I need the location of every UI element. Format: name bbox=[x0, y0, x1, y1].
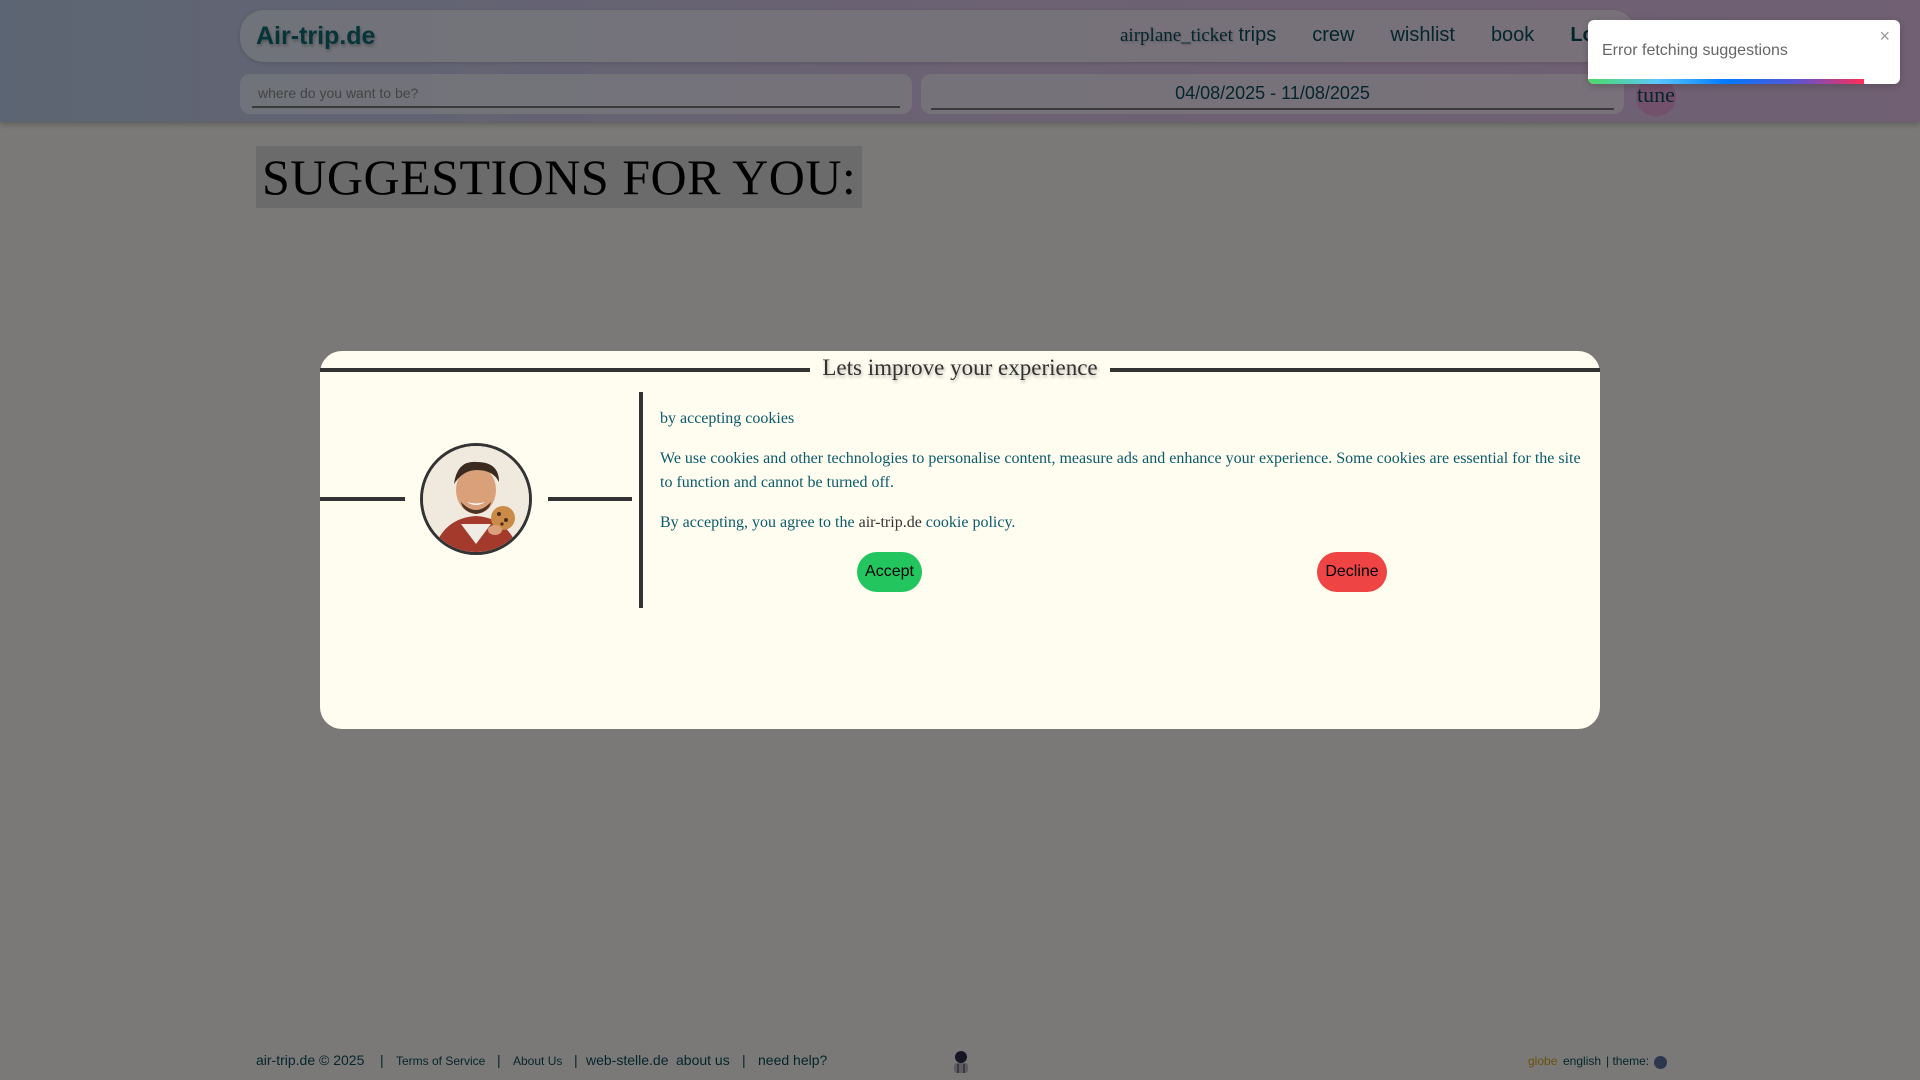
cookie-policy-link[interactable]: cookie policy. bbox=[926, 514, 1016, 531]
cookie-line-1: by accepting cookies bbox=[660, 410, 795, 427]
modal-heading: Lets improve your experience bbox=[822, 355, 1098, 380]
divider bbox=[548, 497, 632, 501]
cookie-text: by accepting cookies We use cookies and … bbox=[660, 407, 1585, 551]
divider bbox=[320, 497, 405, 501]
accept-button[interactable]: Accept bbox=[857, 552, 922, 592]
decline-button[interactable]: Decline bbox=[1317, 552, 1387, 592]
divider bbox=[1110, 368, 1600, 372]
cookie-line-3: By accepting, you agree to the air-trip.… bbox=[660, 511, 1585, 535]
cookie-line-2: We use cookies and other technologies to… bbox=[660, 450, 1581, 491]
cookie-line-3-site: air-trip.de bbox=[858, 514, 922, 531]
cookie-consent-modal: Lets improve your experience by acceptin… bbox=[320, 351, 1600, 729]
toast-progress-bar bbox=[1588, 79, 1864, 84]
error-toast: Error fetching suggestions × bbox=[1588, 20, 1900, 84]
toast-message: Error fetching suggestions bbox=[1602, 42, 1788, 59]
divider bbox=[320, 368, 810, 372]
cookie-man-avatar bbox=[420, 443, 532, 555]
close-icon[interactable]: × bbox=[1879, 26, 1890, 47]
divider bbox=[639, 392, 643, 608]
cookie-line-3-prefix: By accepting, you agree to the bbox=[660, 514, 855, 531]
